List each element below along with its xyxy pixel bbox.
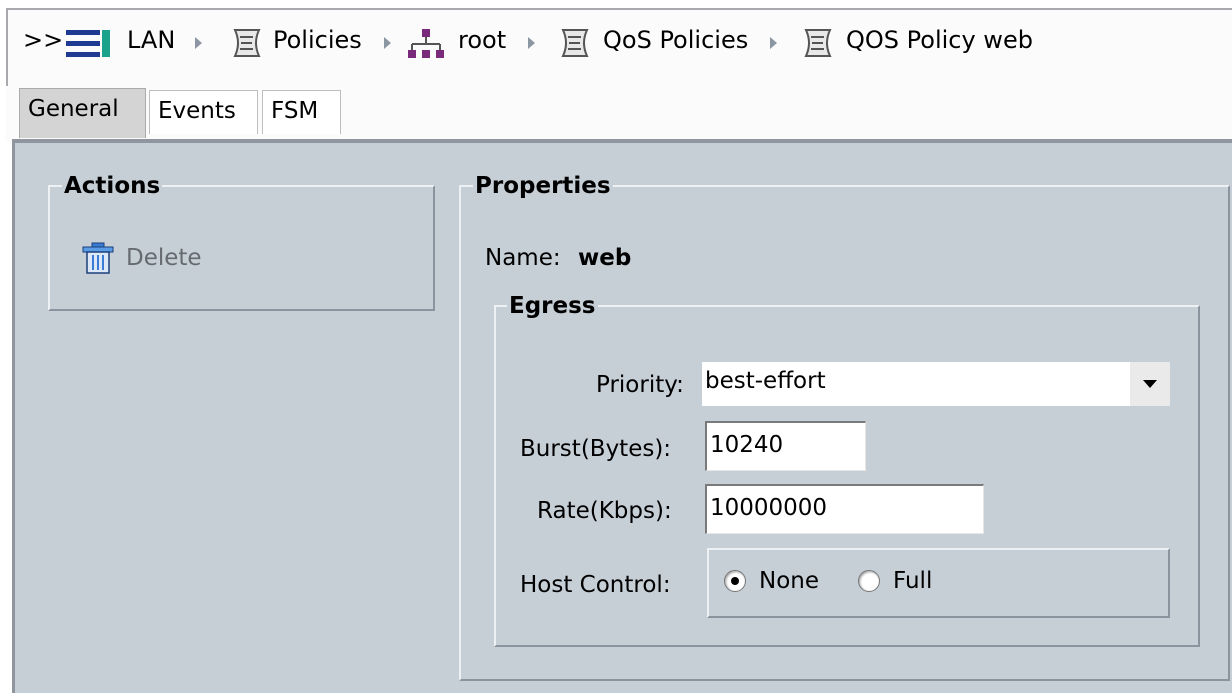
breadcrumb-separator-icon: [384, 37, 391, 49]
host-control-none-label: None: [759, 568, 820, 594]
priority-dropdown-button[interactable]: [1130, 362, 1170, 406]
lan-icon: [66, 30, 110, 57]
rate-input[interactable]: 10000000: [705, 484, 984, 534]
priority-value: best-effort: [705, 368, 826, 394]
burst-label: Burst(Bytes):: [520, 436, 672, 462]
breadcrumb-separator-icon: [195, 37, 202, 49]
breadcrumb-item-lan[interactable]: LAN: [127, 26, 175, 54]
priority-select[interactable]: best-effort: [702, 362, 1170, 406]
breadcrumb-item-qos-policies[interactable]: QoS Policies: [603, 26, 748, 54]
name-value: web: [578, 245, 632, 271]
properties-title: Properties: [473, 172, 613, 200]
radio-selected-icon: [724, 570, 746, 592]
host-control-full-label: Full: [893, 568, 933, 594]
breadcrumb-expand-button[interactable]: >>: [23, 26, 63, 54]
tab-general[interactable]: General: [19, 88, 146, 138]
tab-events[interactable]: Events: [149, 90, 258, 134]
breadcrumb-separator-icon: [770, 37, 777, 49]
chevron-down-icon: [1143, 380, 1157, 388]
breadcrumb-separator-icon: [528, 37, 535, 49]
actions-title: Actions: [62, 172, 163, 200]
delete-button[interactable]: Delete: [81, 241, 221, 277]
breadcrumb-item-policies[interactable]: Policies: [273, 26, 362, 54]
general-panel: Actions Delete Properties Name: web Egre…: [12, 139, 1232, 693]
trash-icon: [82, 242, 114, 274]
priority-label: Priority:: [596, 372, 684, 398]
host-control-full-radio[interactable]: Full: [858, 567, 958, 597]
delete-label: Delete: [126, 245, 202, 271]
host-control-none-radio[interactable]: None: [724, 567, 834, 597]
host-control-label: Host Control:: [520, 572, 671, 598]
policy-scroll-icon: [561, 29, 589, 57]
org-tree-icon: [408, 29, 444, 58]
radio-unselected-icon: [858, 570, 880, 592]
tab-fsm[interactable]: FSM: [262, 90, 341, 134]
policy-scroll-icon: [804, 29, 832, 57]
rate-label: Rate(Kbps):: [537, 498, 672, 524]
policy-scroll-icon: [233, 29, 261, 57]
burst-input[interactable]: 10240: [705, 421, 866, 471]
name-label: Name:: [485, 245, 561, 271]
breadcrumb-item-root[interactable]: root: [458, 26, 506, 54]
breadcrumb-item-current-policy: QOS Policy web: [846, 26, 1033, 54]
egress-title: Egress: [507, 292, 598, 320]
